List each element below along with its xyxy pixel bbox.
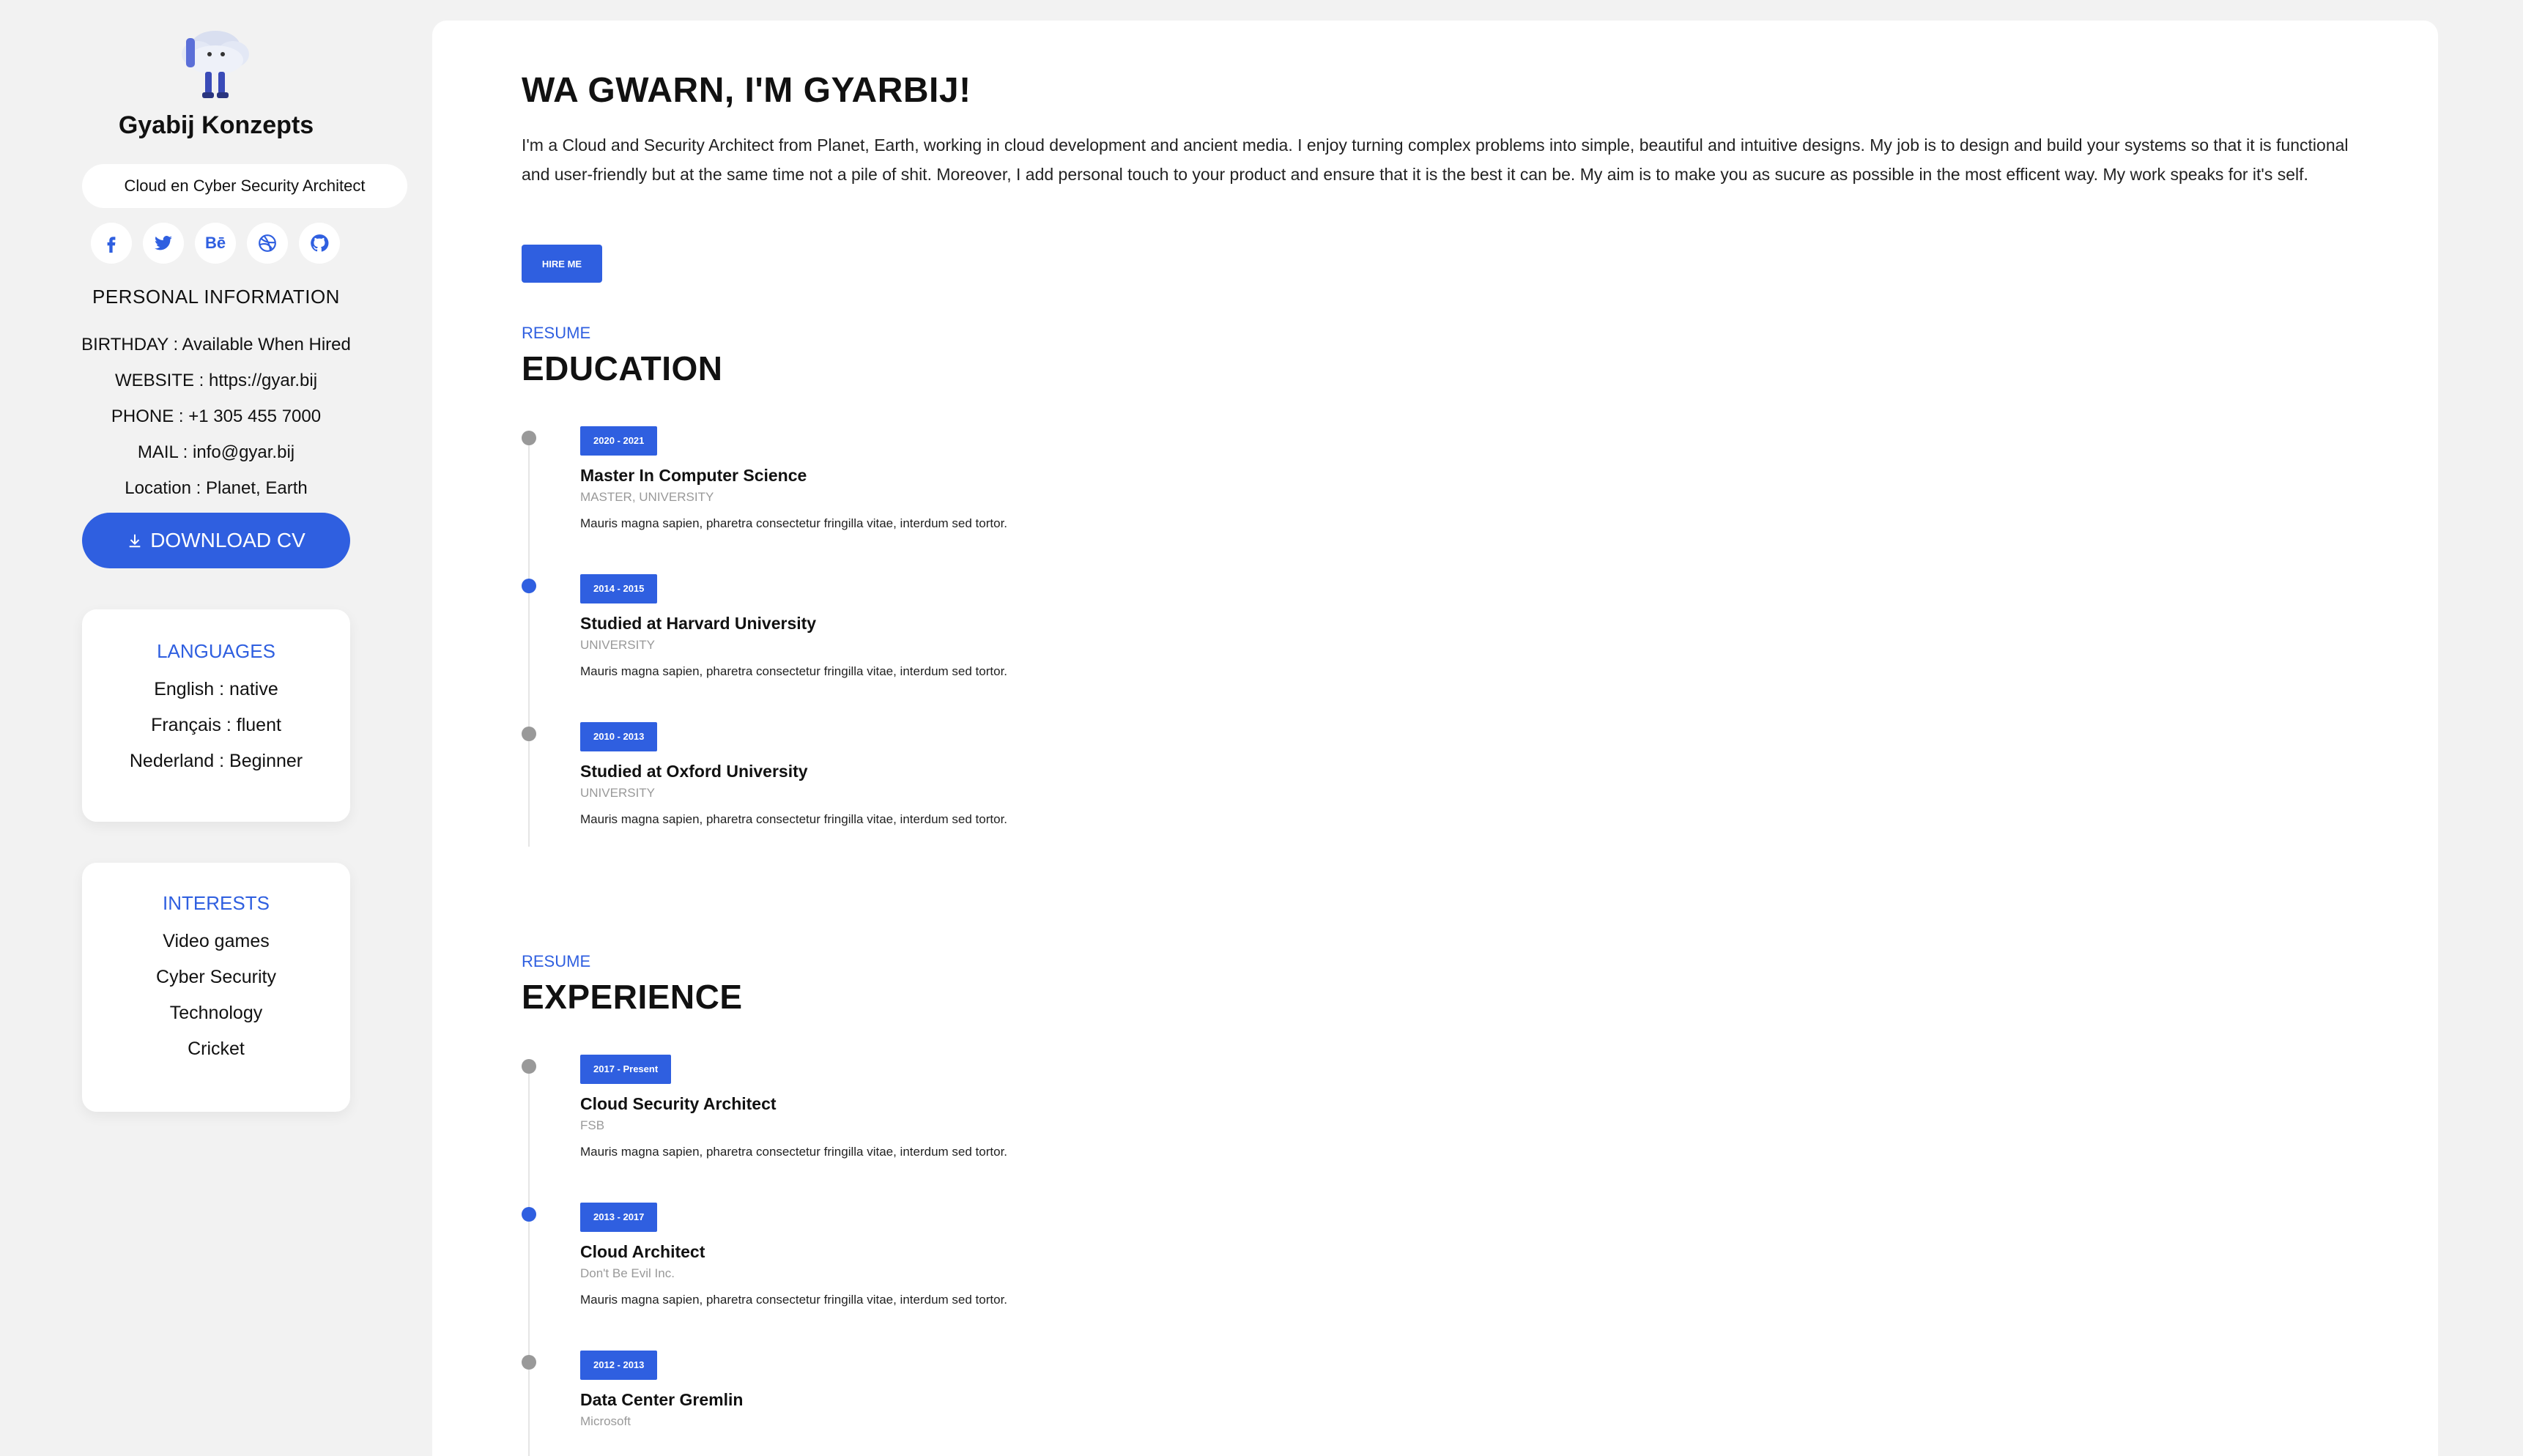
experience-timeline: 2017 - Present Cloud Security Architect … [522, 1055, 2280, 1456]
dribbble-icon[interactable] [247, 223, 288, 264]
location-line: Location : Planet, Earth [125, 478, 308, 498]
date-badge: 2020 - 2021 [580, 426, 658, 456]
item-description: Mauris magna sapien, pharetra consectetu… [580, 1293, 1008, 1307]
social-links: Bē [91, 223, 340, 264]
experience-section: RESUME EXPERIENCE 2017 - Present Cloud S… [522, 952, 2280, 1456]
interest-item: Cyber Security [156, 967, 276, 987]
item-subtitle: Don't Be Evil Inc. [580, 1266, 675, 1280]
phone-line: PHONE : +1 305 455 7000 [111, 406, 322, 426]
hero-intro: I'm a Cloud and Security Architect from … [522, 135, 2349, 184]
facebook-icon[interactable] [91, 223, 132, 264]
item-title: Studied at Harvard University [580, 614, 817, 633]
item-title: Cloud Architect [580, 1242, 705, 1261]
facebook-glyph [107, 237, 116, 253]
date-badge: 2013 - 2017 [580, 1203, 658, 1232]
language-item: Nederland : Beginner [129, 751, 303, 771]
download-icon [129, 534, 141, 548]
timeline-item: 2010 - 2013 Studied at Oxford University… [522, 722, 2280, 870]
interest-item: Cricket [188, 1039, 245, 1059]
sidebar: Gyabij Konzepts Cloud en Cyber Security … [0, 0, 432, 1456]
personal-info-title: PERSONAL INFORMATION [92, 286, 340, 308]
timeline-item: 2012 - 2013 Data Center Gremlin Microsof… [522, 1351, 2280, 1456]
date-badge: 2014 - 2015 [580, 574, 658, 603]
timeline-dot-active [522, 1207, 536, 1222]
download-label: DOWNLOAD CV [150, 529, 305, 551]
languages-card: LANGUAGES English : native Français : fl… [82, 609, 350, 822]
item-subtitle: UNIVERSITY [580, 786, 656, 800]
education-section: RESUME EDUCATION 2020 - 2021 Master In C… [522, 324, 2280, 870]
twitter-icon[interactable] [143, 223, 184, 264]
languages-title: LANGUAGES [157, 640, 275, 662]
github-icon[interactable] [299, 223, 340, 264]
personal-info-list: BIRTHDAY : Available When Hired WEBSITE … [0, 327, 432, 506]
brand-name: Gyabij Konzepts [118, 111, 314, 139]
github-glyph [311, 234, 329, 252]
interests-title: INTERESTS [163, 892, 270, 914]
item-title: Data Center Gremlin [580, 1390, 744, 1409]
date-badge: 2012 - 2013 [580, 1351, 658, 1380]
language-item: Français : fluent [151, 715, 281, 735]
timeline-dot-active [522, 579, 536, 593]
interest-item: Technology [169, 1003, 263, 1023]
item-title: Master In Computer Science [580, 466, 807, 485]
hero-title: WA GWARN, I'M GYARBIJ! [522, 71, 971, 110]
interest-item: Video games [163, 931, 270, 951]
item-subtitle: FSB [580, 1118, 605, 1132]
hire-me-button[interactable]: HIRE ME [522, 245, 602, 283]
item-subtitle: MASTER, UNIVERSITY [580, 490, 714, 504]
tagline: Cloud en Cyber Security Architect [82, 164, 407, 208]
avatar [182, 31, 249, 98]
timeline-item: 2020 - 2021 Master In Computer Science M… [522, 426, 2280, 574]
timeline-dot [522, 431, 536, 445]
behance-icon[interactable]: Bē [195, 223, 236, 264]
timeline-item: 2014 - 2015 Studied at Harvard Universit… [522, 574, 2280, 722]
item-title: Cloud Security Architect [580, 1094, 777, 1113]
timeline-dot [522, 1355, 536, 1370]
item-subtitle: Microsoft [580, 1414, 631, 1428]
item-subtitle: UNIVERSITY [580, 638, 656, 652]
main-content: WA GWARN, I'M GYARBIJ! I'm a Cloud and S… [432, 21, 2438, 1456]
interests-card: INTERESTS Video games Cyber Security Tec… [82, 863, 350, 1112]
education-timeline: 2020 - 2021 Master In Computer Science M… [522, 426, 2280, 870]
date-badge: 2017 - Present [580, 1055, 672, 1084]
website-line: WEBSITE : https://gyar.bij [114, 371, 318, 390]
item-description: Mauris magna sapien, pharetra consectetu… [580, 516, 1008, 530]
item-description: Mauris magna sapien, pharetra consectetu… [580, 1145, 1008, 1159]
experience-eyebrow: RESUME [522, 952, 591, 970]
timeline-item: 2013 - 2017 Cloud Architect Don't Be Evi… [522, 1203, 2280, 1351]
item-description: Mauris magna sapien, pharetra consectetu… [580, 664, 1008, 678]
behance-glyph: Bē [204, 234, 226, 252]
dribbble-glyph [259, 234, 276, 252]
education-eyebrow: RESUME [522, 324, 591, 342]
timeline-dot [522, 1059, 536, 1074]
timeline-dot [522, 727, 536, 741]
twitter-glyph [155, 236, 172, 250]
item-title: Studied at Oxford University [580, 762, 808, 781]
date-badge: 2010 - 2013 [580, 722, 658, 751]
item-description: Mauris magna sapien, pharetra consectetu… [580, 812, 1008, 826]
mail-line: MAIL : info@gyar.bij [137, 442, 295, 462]
experience-title: EXPERIENCE [522, 978, 743, 1016]
download-cv-button[interactable]: DOWNLOAD CV [82, 513, 350, 568]
timeline-item: 2017 - Present Cloud Security Architect … [522, 1055, 2280, 1203]
birthday-line: BIRTHDAY : Available When Hired [81, 335, 351, 354]
language-item: English : native [154, 679, 278, 699]
education-title: EDUCATION [522, 349, 723, 387]
